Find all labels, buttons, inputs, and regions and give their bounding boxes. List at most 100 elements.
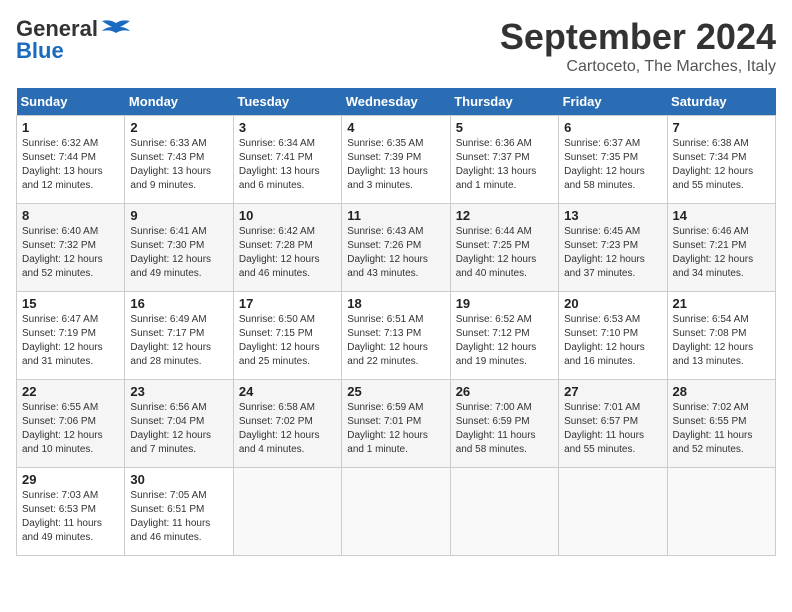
day-of-week-header: Monday — [125, 88, 233, 116]
day-number: 29 — [22, 472, 119, 487]
day-info: Sunrise: 6:54 AMSunset: 7:08 PMDaylight:… — [673, 314, 754, 367]
day-info: Sunrise: 6:38 AMSunset: 7:34 PMDaylight:… — [673, 138, 754, 191]
day-of-week-header: Thursday — [450, 88, 558, 116]
calendar-cell: 26 Sunrise: 7:00 AMSunset: 6:59 PMDaylig… — [450, 380, 558, 468]
day-info: Sunrise: 6:46 AMSunset: 7:21 PMDaylight:… — [673, 226, 754, 279]
location: Cartoceto, The Marches, Italy — [500, 58, 776, 76]
calendar-cell — [450, 468, 558, 556]
calendar-cell: 16 Sunrise: 6:49 AMSunset: 7:17 PMDaylig… — [125, 292, 233, 380]
calendar-cell: 9 Sunrise: 6:41 AMSunset: 7:30 PMDayligh… — [125, 204, 233, 292]
day-number: 5 — [456, 120, 553, 135]
calendar-cell: 11 Sunrise: 6:43 AMSunset: 7:26 PMDaylig… — [342, 204, 450, 292]
calendar-cell — [559, 468, 667, 556]
day-number: 24 — [239, 384, 336, 399]
calendar-cell: 8 Sunrise: 6:40 AMSunset: 7:32 PMDayligh… — [17, 204, 125, 292]
day-info: Sunrise: 6:50 AMSunset: 7:15 PMDaylight:… — [239, 314, 320, 367]
day-info: Sunrise: 6:52 AMSunset: 7:12 PMDaylight:… — [456, 314, 537, 367]
day-number: 22 — [22, 384, 119, 399]
day-info: Sunrise: 6:47 AMSunset: 7:19 PMDaylight:… — [22, 314, 103, 367]
day-of-week-header: Tuesday — [233, 88, 341, 116]
day-info: Sunrise: 6:40 AMSunset: 7:32 PMDaylight:… — [22, 226, 103, 279]
day-info: Sunrise: 6:33 AMSunset: 7:43 PMDaylight:… — [130, 138, 211, 191]
calendar-cell: 15 Sunrise: 6:47 AMSunset: 7:19 PMDaylig… — [17, 292, 125, 380]
calendar-cell: 4 Sunrise: 6:35 AMSunset: 7:39 PMDayligh… — [342, 116, 450, 204]
day-info: Sunrise: 6:53 AMSunset: 7:10 PMDaylight:… — [564, 314, 645, 367]
calendar-cell: 13 Sunrise: 6:45 AMSunset: 7:23 PMDaylig… — [559, 204, 667, 292]
day-info: Sunrise: 6:34 AMSunset: 7:41 PMDaylight:… — [239, 138, 320, 191]
calendar-cell: 28 Sunrise: 7:02 AMSunset: 6:55 PMDaylig… — [667, 380, 775, 468]
day-number: 27 — [564, 384, 661, 399]
day-number: 14 — [673, 208, 770, 223]
day-info: Sunrise: 7:05 AMSunset: 6:51 PMDaylight:… — [130, 490, 210, 543]
day-info: Sunrise: 6:45 AMSunset: 7:23 PMDaylight:… — [564, 226, 645, 279]
day-of-week-header: Wednesday — [342, 88, 450, 116]
calendar-cell: 3 Sunrise: 6:34 AMSunset: 7:41 PMDayligh… — [233, 116, 341, 204]
calendar-cell: 21 Sunrise: 6:54 AMSunset: 7:08 PMDaylig… — [667, 292, 775, 380]
day-number: 17 — [239, 296, 336, 311]
calendar-cell: 18 Sunrise: 6:51 AMSunset: 7:13 PMDaylig… — [342, 292, 450, 380]
day-number: 19 — [456, 296, 553, 311]
day-number: 1 — [22, 120, 119, 135]
logo-blue-text: Blue — [16, 38, 64, 64]
calendar-cell — [233, 468, 341, 556]
day-number: 8 — [22, 208, 119, 223]
day-number: 12 — [456, 208, 553, 223]
calendar-cell: 6 Sunrise: 6:37 AMSunset: 7:35 PMDayligh… — [559, 116, 667, 204]
day-info: Sunrise: 7:00 AMSunset: 6:59 PMDaylight:… — [456, 402, 536, 455]
day-info: Sunrise: 6:51 AMSunset: 7:13 PMDaylight:… — [347, 314, 428, 367]
calendar-cell: 20 Sunrise: 6:53 AMSunset: 7:10 PMDaylig… — [559, 292, 667, 380]
title-area: September 2024 Cartoceto, The Marches, I… — [500, 16, 776, 76]
day-info: Sunrise: 6:42 AMSunset: 7:28 PMDaylight:… — [239, 226, 320, 279]
day-number: 6 — [564, 120, 661, 135]
day-number: 11 — [347, 208, 444, 223]
logo-bird-icon — [102, 19, 130, 39]
day-info: Sunrise: 6:41 AMSunset: 7:30 PMDaylight:… — [130, 226, 211, 279]
day-of-week-header: Saturday — [667, 88, 775, 116]
calendar-cell: 29 Sunrise: 7:03 AMSunset: 6:53 PMDaylig… — [17, 468, 125, 556]
day-info: Sunrise: 7:02 AMSunset: 6:55 PMDaylight:… — [673, 402, 753, 455]
day-number: 3 — [239, 120, 336, 135]
day-info: Sunrise: 6:44 AMSunset: 7:25 PMDaylight:… — [456, 226, 537, 279]
calendar-cell: 1 Sunrise: 6:32 AMSunset: 7:44 PMDayligh… — [17, 116, 125, 204]
day-number: 13 — [564, 208, 661, 223]
day-info: Sunrise: 7:01 AMSunset: 6:57 PMDaylight:… — [564, 402, 644, 455]
day-info: Sunrise: 6:32 AMSunset: 7:44 PMDaylight:… — [22, 138, 103, 191]
calendar-cell: 25 Sunrise: 6:59 AMSunset: 7:01 PMDaylig… — [342, 380, 450, 468]
day-number: 4 — [347, 120, 444, 135]
day-number: 16 — [130, 296, 227, 311]
calendar-cell: 17 Sunrise: 6:50 AMSunset: 7:15 PMDaylig… — [233, 292, 341, 380]
page-header: General Blue September 2024 Cartoceto, T… — [16, 16, 776, 76]
day-info: Sunrise: 6:59 AMSunset: 7:01 PMDaylight:… — [347, 402, 428, 455]
month-title: September 2024 — [500, 16, 776, 58]
day-info: Sunrise: 6:55 AMSunset: 7:06 PMDaylight:… — [22, 402, 103, 455]
day-info: Sunrise: 6:36 AMSunset: 7:37 PMDaylight:… — [456, 138, 537, 191]
day-number: 15 — [22, 296, 119, 311]
logo: General Blue — [16, 16, 130, 64]
calendar-cell: 23 Sunrise: 6:56 AMSunset: 7:04 PMDaylig… — [125, 380, 233, 468]
calendar-cell: 22 Sunrise: 6:55 AMSunset: 7:06 PMDaylig… — [17, 380, 125, 468]
day-info: Sunrise: 6:58 AMSunset: 7:02 PMDaylight:… — [239, 402, 320, 455]
calendar-cell: 2 Sunrise: 6:33 AMSunset: 7:43 PMDayligh… — [125, 116, 233, 204]
day-number: 18 — [347, 296, 444, 311]
calendar-cell: 19 Sunrise: 6:52 AMSunset: 7:12 PMDaylig… — [450, 292, 558, 380]
day-info: Sunrise: 6:35 AMSunset: 7:39 PMDaylight:… — [347, 138, 428, 191]
day-number: 30 — [130, 472, 227, 487]
day-number: 7 — [673, 120, 770, 135]
calendar-cell: 27 Sunrise: 7:01 AMSunset: 6:57 PMDaylig… — [559, 380, 667, 468]
calendar-cell: 14 Sunrise: 6:46 AMSunset: 7:21 PMDaylig… — [667, 204, 775, 292]
day-number: 28 — [673, 384, 770, 399]
day-number: 10 — [239, 208, 336, 223]
calendar-cell — [342, 468, 450, 556]
calendar-cell: 7 Sunrise: 6:38 AMSunset: 7:34 PMDayligh… — [667, 116, 775, 204]
day-of-week-header: Sunday — [17, 88, 125, 116]
day-number: 25 — [347, 384, 444, 399]
calendar-cell: 10 Sunrise: 6:42 AMSunset: 7:28 PMDaylig… — [233, 204, 341, 292]
day-info: Sunrise: 6:37 AMSunset: 7:35 PMDaylight:… — [564, 138, 645, 191]
day-number: 20 — [564, 296, 661, 311]
day-of-week-header: Friday — [559, 88, 667, 116]
day-number: 26 — [456, 384, 553, 399]
calendar-cell: 24 Sunrise: 6:58 AMSunset: 7:02 PMDaylig… — [233, 380, 341, 468]
day-number: 23 — [130, 384, 227, 399]
calendar-cell: 30 Sunrise: 7:05 AMSunset: 6:51 PMDaylig… — [125, 468, 233, 556]
calendar-cell: 12 Sunrise: 6:44 AMSunset: 7:25 PMDaylig… — [450, 204, 558, 292]
